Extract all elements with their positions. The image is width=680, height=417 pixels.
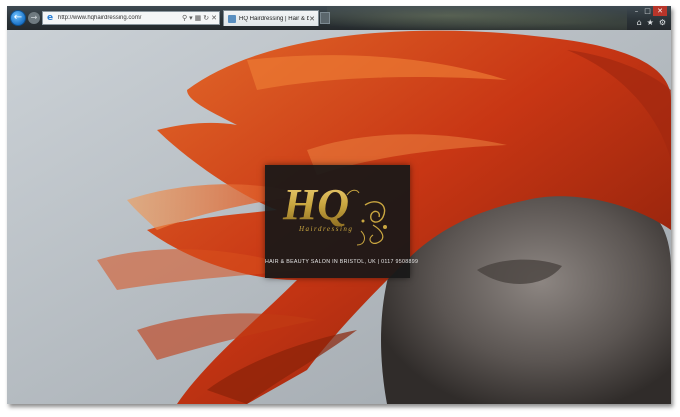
hq-logo[interactable]: HQ — [277, 175, 397, 247]
logo-card: HQ Hairdressing HAIR & BEAUTY SALON IN B… — [265, 165, 419, 278]
gear-icon[interactable]: ⚙ — [659, 19, 666, 27]
dropdown-icon[interactable]: ▾ — [189, 14, 193, 22]
search-icon[interactable]: ⚲ — [182, 14, 187, 22]
browser-window: ← → e http://www.hqhairdressing.com/ ⚲ ▾… — [7, 6, 671, 404]
favorites-star-icon[interactable]: ★ — [647, 19, 654, 27]
address-bar[interactable]: e http://www.hqhairdressing.com/ ⚲ ▾ ▦ ↻… — [42, 11, 220, 25]
refresh-icon[interactable]: ↻ — [203, 14, 209, 22]
svg-text:HQ: HQ — [282, 180, 349, 229]
salon-tagline: HAIR & BEAUTY SALON IN BRISTOL, UK | 011… — [265, 259, 419, 265]
arrow-right-icon: → — [30, 13, 38, 22]
browser-toolbar: ← → e http://www.hqhairdressing.com/ ⚲ ▾… — [7, 6, 671, 30]
home-icon[interactable]: ⌂ — [637, 19, 642, 27]
close-window-icon[interactable]: ✕ — [653, 6, 667, 16]
stop-icon[interactable]: ✕ — [211, 14, 217, 22]
close-tab-icon[interactable]: ✕ — [309, 15, 315, 23]
toolbar-icons: ⌂ ★ ⚙ — [637, 19, 666, 27]
maximize-icon[interactable]: □ — [642, 6, 653, 16]
page-viewport: HQ Hairdressing HAIR & BEAUTY SALON IN B… — [7, 30, 671, 404]
tab-title: HQ Hairdressing | Hair & b... — [239, 15, 310, 22]
forward-button[interactable]: → — [28, 12, 40, 24]
new-tab-button[interactable] — [320, 12, 330, 24]
favicon-icon — [228, 14, 236, 23]
window-controls: – □ ✕ — [631, 6, 667, 16]
arrow-left-icon: ← — [13, 12, 23, 23]
ie-logo-icon: e — [46, 13, 54, 23]
minimize-icon[interactable]: – — [631, 6, 642, 16]
compatibility-icon[interactable]: ▦ — [195, 14, 202, 22]
url-text[interactable]: http://www.hqhairdressing.com/ — [58, 15, 182, 21]
logo-wordmark: Hairdressing — [299, 225, 354, 233]
back-button[interactable]: ← — [10, 10, 26, 26]
tab-active[interactable]: HQ Hairdressing | Hair & b... ✕ — [223, 10, 319, 26]
